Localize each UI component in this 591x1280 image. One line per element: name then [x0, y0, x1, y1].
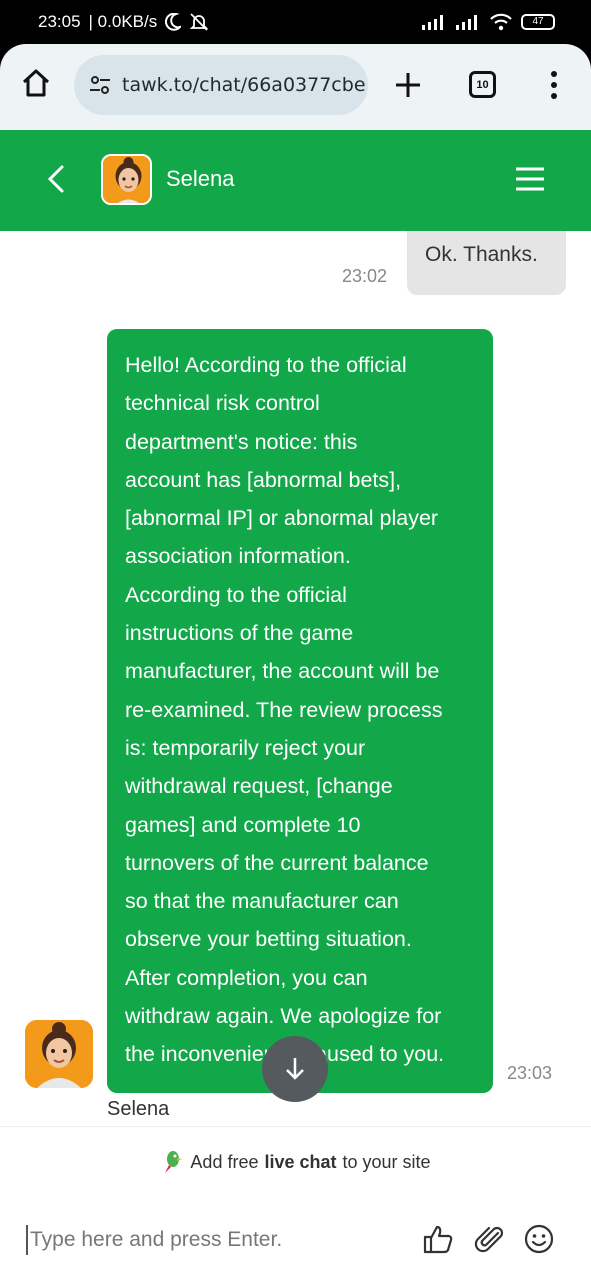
agent-avatar-header	[101, 154, 152, 205]
moon-icon	[165, 13, 182, 31]
agent-message-line: account has [abnormal bets],	[125, 467, 402, 492]
promo-suffix: to your site	[342, 1151, 431, 1172]
more-menu-icon[interactable]	[546, 69, 562, 101]
agent-message-time: 23:03	[507, 1063, 553, 1083]
promo-link[interactable]: Add free live chat to your site	[0, 1149, 591, 1175]
emoji-icon[interactable]	[523, 1223, 555, 1255]
agent-message-line: is: temporarily reject your	[125, 735, 366, 760]
user-message-time: 23:02	[342, 266, 388, 286]
agent-message-line: observe your betting situation.	[125, 927, 412, 952]
agent-message-line: After completion, you can	[125, 965, 368, 990]
promo-bold: live chat	[264, 1151, 337, 1172]
agent-message-line: technical risk control	[125, 391, 320, 416]
agent-name-header: Selena	[166, 166, 235, 191]
back-arrow-icon[interactable]	[42, 163, 70, 195]
thumbs-up-icon[interactable]	[422, 1223, 454, 1255]
bell-off-icon	[190, 13, 209, 31]
chat-messages[interactable]: Ok. Thanks. 23:02 Hello! According to th…	[0, 231, 591, 1126]
agent-avatar	[25, 1020, 93, 1088]
url-text: tawk.to/chat/66a0377cbe	[122, 74, 366, 96]
agent-message-line: games] and complete 10	[125, 812, 361, 837]
promo-prefix: Add free	[190, 1151, 259, 1172]
home-icon[interactable]	[20, 67, 52, 99]
agent-message-line: department's notice: this	[125, 429, 358, 454]
message-input[interactable]	[26, 1225, 406, 1255]
status-net-speed: | 0.0KB/s	[88, 12, 158, 31]
agent-name-label: Selena	[107, 1098, 170, 1120]
signal-icon	[422, 15, 443, 30]
paperclip-icon[interactable]	[474, 1223, 506, 1255]
agent-message-line: manufacturer, the account will be	[125, 659, 440, 684]
agent-message-line: re-examined. The review process	[125, 697, 443, 722]
agent-message-line: so that the manufacturer can	[125, 889, 399, 914]
agent-message-line: turnovers of the current balance	[125, 850, 429, 875]
hamburger-menu-icon[interactable]	[514, 165, 546, 193]
agent-message-line: withdrawal request, [change	[125, 774, 393, 799]
agent-message-line: Hello! According to the official	[125, 353, 407, 377]
agent-message-line: [abnormal IP] or abnormal player	[125, 506, 439, 531]
browser-toolbar: tawk.to/chat/66a0377cbe 10	[0, 44, 591, 130]
new-tab-icon[interactable]	[394, 71, 422, 99]
signal-icon-2	[456, 15, 477, 30]
agent-message-line: association information.	[125, 544, 351, 569]
agent-message-line: withdraw again. We apologize for	[125, 1004, 442, 1029]
site-settings-icon[interactable]	[88, 73, 112, 97]
battery-indicator: 47	[521, 14, 555, 30]
address-bar[interactable]: tawk.to/chat/66a0377cbe	[74, 55, 368, 115]
status-bar: 23:05 | 0.0KB/s 47	[0, 0, 591, 44]
agent-message-line: According to the official	[125, 582, 347, 607]
agent-message-line: instructions of the game	[125, 621, 354, 646]
tab-switcher-button[interactable]: 10	[469, 71, 496, 98]
battery-level: 47	[532, 16, 544, 27]
chat-footer: Add free live chat to your site	[0, 1126, 591, 1280]
status-right: 47	[421, 13, 555, 31]
user-message-text: Ok. Thanks.	[425, 243, 538, 266]
chat-header: Selena	[0, 130, 591, 231]
arrow-down-icon	[286, 1058, 304, 1080]
user-message-bubble: Ok. Thanks.	[407, 231, 566, 295]
scroll-to-bottom-button[interactable]	[262, 1036, 328, 1102]
tawk-bird-icon	[165, 1151, 183, 1173]
status-time: 23:05	[38, 12, 81, 31]
wifi-icon	[490, 13, 512, 31]
status-left: 23:05 | 0.0KB/s	[38, 12, 209, 32]
agent-message-bubble: Hello! According to the official technic…	[107, 329, 493, 1093]
tab-count: 10	[476, 78, 489, 91]
